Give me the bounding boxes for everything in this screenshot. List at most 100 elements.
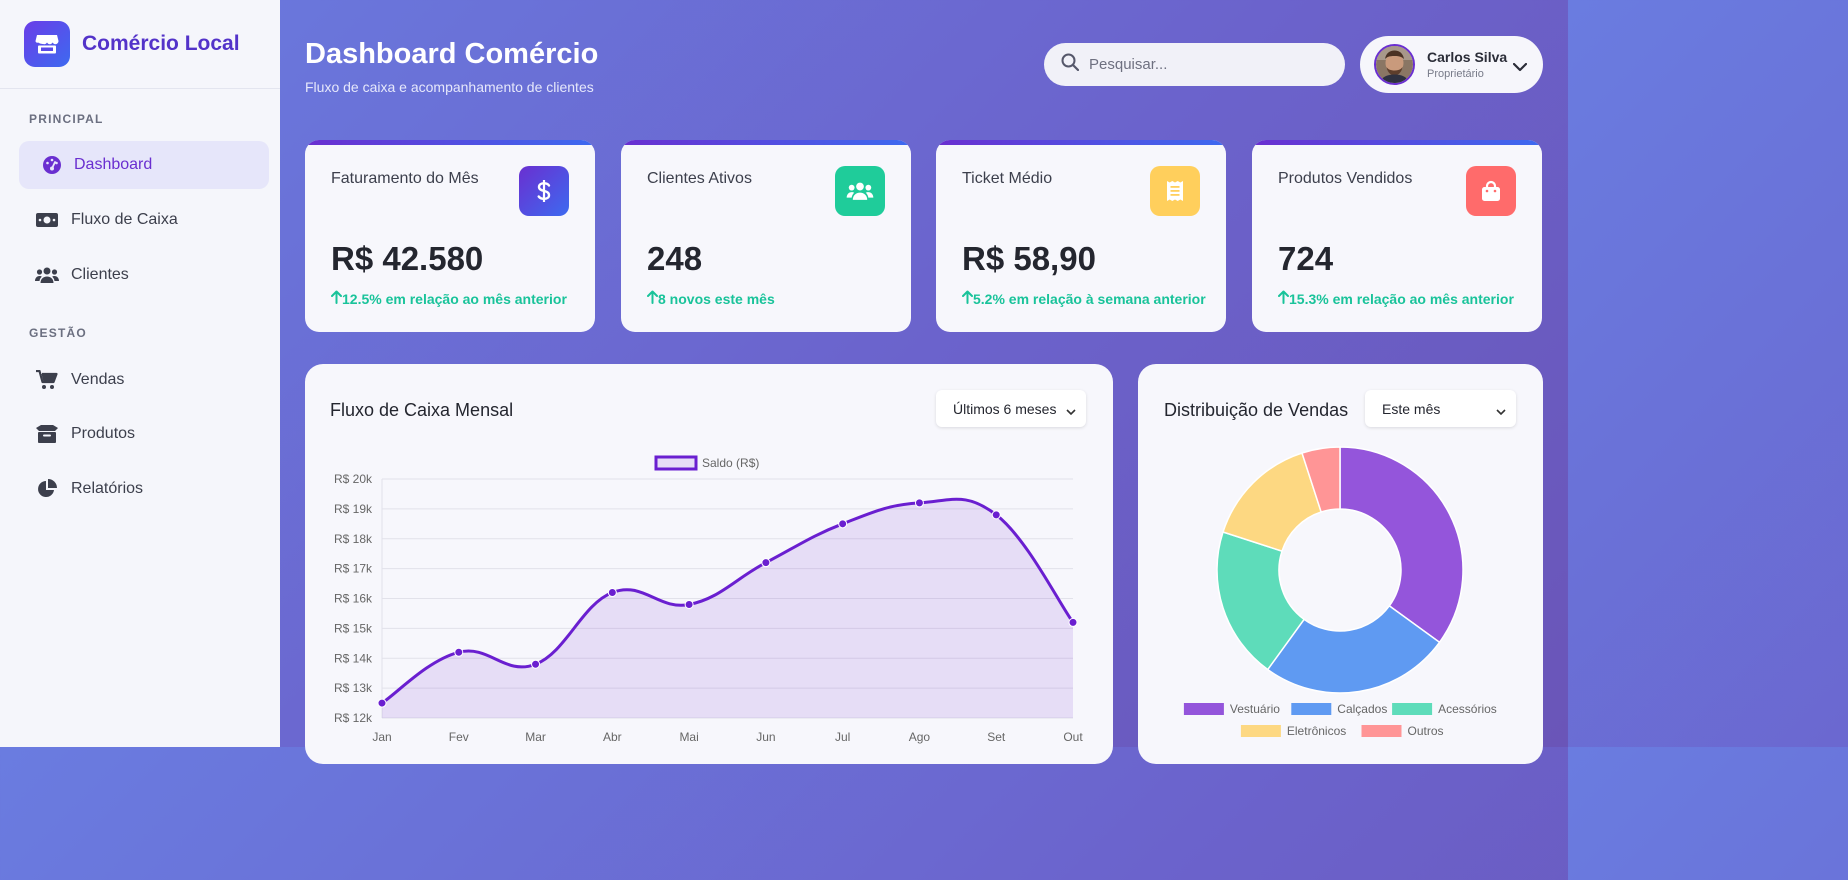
sidebar-item-label: Relatórios <box>71 480 144 497</box>
data-point <box>377 698 387 708</box>
legend-label: Vestuário <box>1230 702 1280 716</box>
user-menu[interactable]: Carlos Silva Proprietário <box>1360 36 1543 93</box>
brand-name: Comércio Local <box>82 32 240 55</box>
card-value: R$ 58,90 <box>962 240 1096 277</box>
x-tick-label: Jul <box>835 730 850 744</box>
sidebar-item-label: Clientes <box>71 266 129 283</box>
stat-card-produtos-vendidos: Produtos Vendidos 724 15.3% em relação a… <box>1252 140 1542 332</box>
chevron-down-icon[interactable] <box>1512 59 1528 77</box>
x-tick-label: Ago <box>909 730 931 744</box>
sidebar-item-produtos[interactable]: Produtos <box>19 410 269 458</box>
data-point <box>1068 617 1078 627</box>
receipt-icon <box>1150 166 1200 216</box>
arrow-up-icon <box>962 290 973 307</box>
section-title-principal: PRINCIPAL <box>29 112 104 126</box>
stat-card-clientes: Clientes Ativos 248 8 novos este mês <box>621 140 911 332</box>
data-point <box>991 510 1001 520</box>
legend-label: Outros <box>1408 724 1444 738</box>
sidebar-item-fluxo-de-caixa[interactable]: Fluxo de Caixa <box>19 196 269 244</box>
page-subtitle: Fluxo de caixa e acompanhamento de clien… <box>305 79 594 95</box>
card-change: 15.3% em relação ao mês anterior <box>1278 290 1514 307</box>
sidebar-item-label: Dashboard <box>74 156 153 173</box>
x-tick-label: Jan <box>372 730 391 744</box>
legend-swatch <box>1240 725 1281 737</box>
legend-swatch <box>1183 703 1224 715</box>
shopping-bag-icon <box>1466 166 1516 216</box>
legend-swatch <box>1291 703 1332 715</box>
box-icon <box>35 422 59 446</box>
x-tick-label: Set <box>987 730 1006 744</box>
y-tick-label: R$ 18k <box>334 532 373 546</box>
user-role: Proprietário <box>1427 68 1484 80</box>
sidebar-item-label: Vendas <box>71 371 125 388</box>
data-point <box>761 558 771 568</box>
card-change-text: 12.5% em relação ao mês anterior <box>342 290 567 307</box>
sidebar: Comércio Local PRINCIPAL Dashboard Fluxo… <box>0 0 280 747</box>
data-point <box>531 659 541 669</box>
brand[interactable]: Comércio Local <box>0 0 280 89</box>
card-value: 724 <box>1278 240 1334 277</box>
legend-label: Calçados <box>1337 702 1387 716</box>
data-point <box>607 588 617 598</box>
x-tick-label: Out <box>1063 730 1083 744</box>
x-tick-label: Fev <box>449 730 469 744</box>
card-label: Produtos Vendidos <box>1278 170 1413 187</box>
avatar <box>1374 44 1415 85</box>
card-label: Clientes Ativos <box>647 170 752 187</box>
arrow-up-icon <box>1278 290 1289 307</box>
arrow-up-icon <box>647 290 658 307</box>
users-icon <box>835 166 885 216</box>
y-tick-label: R$ 12k <box>334 711 373 725</box>
sidebar-item-clientes[interactable]: Clientes <box>19 251 269 299</box>
card-change-text: 15.3% em relação ao mês anterior <box>1289 290 1514 307</box>
card-value: R$ 42.580 <box>331 240 484 277</box>
card-value: 248 <box>647 240 703 277</box>
search-box[interactable] <box>1044 43 1345 86</box>
card-change: 12.5% em relação ao mês anterior <box>331 290 567 307</box>
card-change: 8 novos este mês <box>647 290 775 307</box>
gauge-icon <box>40 153 64 177</box>
pie-chart-icon <box>35 477 59 501</box>
data-point <box>454 647 464 657</box>
y-tick-label: R$ 16k <box>334 592 373 606</box>
x-tick-label: Abr <box>603 730 622 744</box>
sales-distribution-panel: Distribuição de Vendas Este mês Vestuári… <box>1138 364 1543 764</box>
page-title: Dashboard Comércio <box>305 38 599 70</box>
cart-icon <box>35 368 59 392</box>
legend-swatch <box>654 455 698 471</box>
sidebar-item-relatorios[interactable]: Relatórios <box>19 465 269 513</box>
dollar-icon <box>519 166 569 216</box>
y-tick-label: R$ 15k <box>334 621 373 635</box>
card-label: Ticket Médio <box>962 170 1053 187</box>
x-tick-label: Mar <box>525 730 546 744</box>
y-tick-label: R$ 20k <box>334 472 373 486</box>
card-change-text: 5.2% em relação à semana anterior <box>973 290 1206 307</box>
pie-slice <box>1339 446 1464 644</box>
x-tick-label: Jun <box>756 730 775 744</box>
sidebar-item-label: Produtos <box>71 425 136 442</box>
card-label: Faturamento do Mês <box>331 170 479 187</box>
sidebar-item-dashboard[interactable]: Dashboard <box>19 141 269 189</box>
sidebar-item-label: Fluxo de Caixa <box>71 211 178 228</box>
data-point <box>684 599 694 609</box>
users-icon <box>35 263 59 287</box>
card-change: 5.2% em relação à semana anterior <box>962 290 1206 307</box>
stat-card-ticket-medio: Ticket Médio R$ 58,90 5.2% em relação à … <box>936 140 1226 332</box>
search-input[interactable] <box>1089 56 1319 73</box>
cash-flow-line-chart: R$ 12k R$ 13k R$ 14k R$ 15k R$ 16k R$ 17k R$ 1… <box>334 455 1083 744</box>
series-area <box>382 499 1073 718</box>
y-tick-label: R$ 13k <box>334 681 373 695</box>
search-icon <box>1061 53 1080 76</box>
sidebar-item-vendas[interactable]: Vendas <box>19 356 269 404</box>
store-icon <box>24 21 70 67</box>
y-tick-label: R$ 14k <box>334 651 373 665</box>
legend-label: Saldo (R$) <box>702 456 759 470</box>
section-title-gestao: GESTÃO <box>29 326 87 340</box>
legend-swatch <box>1392 703 1433 715</box>
user-name: Carlos Silva <box>1427 49 1508 65</box>
y-tick-label: R$ 17k <box>334 562 373 576</box>
x-tick-label: Mai <box>679 730 698 744</box>
legend-swatch <box>1361 725 1402 737</box>
stat-card-faturamento: Faturamento do Mês R$ 42.580 12.5% em re… <box>305 140 595 332</box>
cash-flow-panel: Fluxo de Caixa Mensal Últimos 6 meses R$… <box>305 364 1113 764</box>
